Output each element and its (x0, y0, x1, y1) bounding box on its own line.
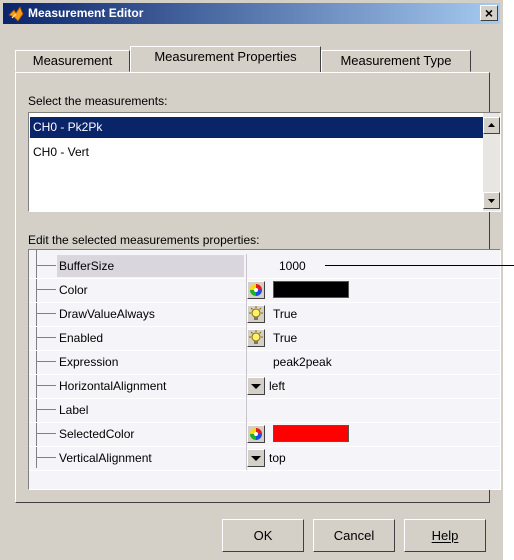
tab-measurement[interactable]: Measurement (15, 50, 130, 72)
scroll-down-button[interactable] (483, 192, 500, 209)
dropdown-button[interactable] (247, 377, 265, 395)
property-value-editor[interactable]: 1000 (247, 254, 500, 278)
property-row-label[interactable]: Label (29, 398, 500, 422)
property-row-horizontalalignment[interactable]: HorizontalAlignment left (29, 374, 500, 398)
callout-line (325, 265, 514, 266)
property-row-selectedcolor[interactable]: SelectedColor (29, 422, 500, 446)
arrow-up-icon (488, 123, 495, 127)
tree-branch (36, 313, 56, 314)
list-item-label: CH0 - Pk2Pk (33, 120, 103, 134)
property-value: True (273, 331, 298, 345)
tree-branch (36, 361, 56, 362)
tree-branch (36, 457, 56, 458)
measurement-editor-window: Measurement Editor × Measurement Measure… (0, 0, 503, 560)
property-row-expression[interactable]: Expression peak2peak (29, 350, 500, 374)
tab-label: Measurement Properties (154, 49, 297, 64)
color-wheel-icon (250, 284, 262, 296)
help-button[interactable]: Help (404, 519, 486, 552)
property-name: VerticalAlignment (59, 451, 152, 465)
property-name: Color (59, 283, 88, 297)
tab-measurement-properties[interactable]: Measurement Properties (130, 46, 321, 72)
property-name: Label (59, 403, 89, 417)
property-value-editor[interactable]: left (247, 374, 500, 398)
tree-branch (36, 265, 56, 266)
close-icon: × (484, 5, 494, 21)
property-row-enabled[interactable]: Enabled True (29, 326, 500, 350)
property-value-editor[interactable] (247, 278, 500, 302)
property-row-verticalalignment[interactable]: VerticalAlignment top (29, 446, 500, 470)
close-button[interactable]: × (480, 5, 498, 21)
app-icon (8, 6, 24, 22)
property-name: DrawValueAlways (59, 307, 155, 321)
help-label: Help (431, 528, 459, 543)
measurement-list[interactable]: CH0 - Pk2Pk CH0 - Vert (28, 112, 501, 212)
property-name: HorizontalAlignment (59, 379, 167, 393)
tab-measurement-type[interactable]: Measurement Type (321, 50, 471, 72)
property-name: BufferSize (59, 259, 115, 273)
property-name: SelectedColor (59, 427, 135, 441)
property-row-buffersize[interactable]: BufferSize 1000 (29, 254, 500, 278)
toggle-button[interactable] (247, 305, 265, 323)
property-row-drawvaluealways[interactable]: DrawValueAlways True (29, 302, 500, 326)
title-bar[interactable]: Measurement Editor × (3, 3, 500, 24)
property-name: Enabled (59, 331, 104, 345)
edit-properties-label: Edit the selected measurements propertie… (28, 233, 260, 247)
property-value-editor[interactable] (247, 398, 500, 422)
property-value-editor[interactable] (247, 422, 500, 446)
chevron-down-icon (251, 456, 261, 461)
property-value-editor[interactable]: True (247, 302, 500, 326)
chevron-down-icon (251, 384, 261, 389)
toggle-button[interactable] (247, 329, 265, 347)
property-value: top (269, 451, 286, 465)
tree-branch (36, 433, 56, 434)
property-value: True (273, 307, 298, 321)
ok-label: OK (253, 528, 273, 543)
color-swatch (273, 425, 349, 442)
property-row-color[interactable]: Color (29, 278, 500, 302)
list-item[interactable]: CH0 - Pk2Pk (30, 117, 484, 138)
property-value-editor[interactable]: top (247, 446, 500, 470)
window-title: Measurement Editor (28, 6, 144, 20)
color-picker-button[interactable] (247, 281, 265, 299)
tree-branch (36, 409, 56, 410)
color-wheel-icon (250, 428, 262, 440)
list-scrollbar[interactable] (483, 113, 500, 211)
property-value: left (269, 379, 286, 393)
tree-branch (36, 337, 56, 338)
property-value-editor[interactable]: peak2peak (247, 350, 500, 374)
property-value: 1000 (279, 259, 306, 273)
scroll-up-button[interactable] (483, 117, 500, 134)
property-value-editor[interactable]: True (247, 326, 500, 350)
property-value: peak2peak (273, 355, 332, 369)
tree-branch (36, 385, 56, 386)
property-name: Expression (59, 355, 119, 369)
cancel-label: Cancel (333, 528, 375, 543)
tab-label: Measurement (32, 53, 113, 68)
bulb-icon (249, 330, 263, 344)
list-item-label: CH0 - Vert (33, 145, 90, 159)
arrow-down-icon (488, 199, 495, 203)
bulb-icon (249, 306, 263, 320)
tab-label: Measurement Type (340, 53, 452, 68)
cancel-button[interactable]: Cancel (313, 519, 395, 552)
ok-button[interactable]: OK (222, 519, 304, 552)
property-grid: BufferSize 1000 Color DrawValueAlways Tr… (28, 249, 501, 490)
color-picker-button[interactable] (247, 425, 265, 443)
dropdown-button[interactable] (247, 449, 265, 467)
list-item[interactable]: CH0 - Vert (30, 142, 484, 163)
row-divider (29, 470, 500, 471)
color-swatch (273, 281, 349, 298)
select-measurements-label: Select the measurements: (28, 94, 168, 108)
tree-branch (36, 289, 56, 290)
